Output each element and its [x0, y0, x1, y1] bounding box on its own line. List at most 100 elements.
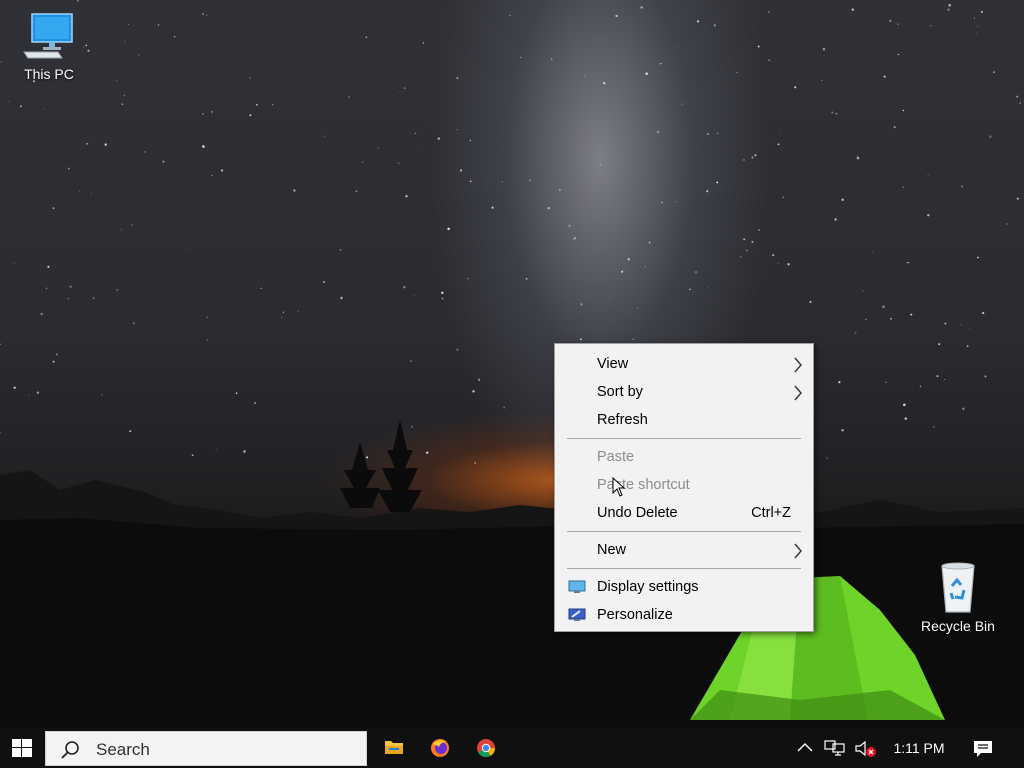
menu-item-label: Paste: [597, 449, 635, 465]
chevron-right-icon: [794, 385, 802, 401]
star: [478, 378, 481, 381]
star: [778, 128, 780, 130]
star: [0, 61, 3, 63]
star: [736, 72, 738, 74]
star: [716, 181, 719, 184]
star: [13, 386, 16, 390]
windows-logo-icon: [12, 739, 32, 757]
star: [413, 294, 415, 296]
star: [501, 181, 503, 183]
star: [584, 75, 586, 77]
search-placeholder: Search: [96, 740, 150, 759]
star: [403, 286, 406, 289]
star: [362, 161, 364, 163]
star: [768, 11, 770, 13]
tray-show-hidden-icons[interactable]: [793, 728, 817, 768]
star: [969, 328, 971, 330]
star: [377, 147, 380, 149]
taskbar-search-box[interactable]: Search: [45, 731, 367, 766]
star: [947, 8, 950, 11]
menu-item-display-settings[interactable]: Display settings: [555, 573, 813, 601]
star: [856, 155, 858, 157]
menu-item-label: Personalize: [597, 607, 673, 623]
star: [282, 311, 284, 313]
star: [1016, 95, 1019, 98]
star: [20, 105, 22, 108]
star: [456, 77, 459, 80]
star: [206, 339, 209, 341]
star: [189, 248, 191, 250]
start-button[interactable]: [0, 728, 44, 768]
star: [202, 112, 204, 115]
star: [674, 201, 676, 203]
star: [116, 79, 118, 82]
tray-network[interactable]: [822, 728, 846, 768]
star: [907, 261, 910, 264]
taskbar-chrome[interactable]: [464, 728, 508, 768]
taskbar-firefox[interactable]: [418, 728, 462, 768]
star: [961, 185, 964, 188]
star: [441, 291, 444, 295]
star: [883, 75, 886, 78]
star: [919, 385, 922, 388]
star: [910, 313, 913, 316]
star: [90, 193, 92, 195]
star: [405, 195, 408, 198]
star: [834, 218, 837, 221]
star: [322, 281, 325, 284]
menu-item-label: Sort by: [597, 384, 643, 400]
star: [550, 58, 553, 61]
recycle-bin-icon: [941, 562, 975, 613]
taskbar-file-explorer[interactable]: [372, 728, 416, 768]
star: [40, 312, 43, 316]
menu-separator: [567, 568, 801, 569]
menu-item-undo-delete[interactable]: Undo Delete Ctrl+Z: [555, 499, 813, 527]
menu-item-refresh[interactable]: Refresh: [555, 406, 813, 434]
taskbar-clock[interactable]: 1:11 PM: [884, 740, 954, 756]
star: [973, 17, 975, 19]
this-pc-shortcut[interactable]: This PC: [6, 12, 92, 82]
star: [472, 390, 475, 393]
menu-item-label: New: [597, 542, 627, 558]
action-center-button[interactable]: [970, 728, 998, 768]
star: [661, 201, 664, 204]
star: [632, 338, 634, 340]
star: [529, 179, 531, 182]
star: [397, 162, 400, 164]
menu-item-personalize[interactable]: Personalize: [555, 601, 813, 629]
menu-item-label: Refresh: [597, 412, 648, 428]
star: [854, 331, 857, 334]
menu-separator: [567, 438, 801, 439]
star: [249, 77, 251, 79]
menu-item-new[interactable]: New: [555, 536, 813, 564]
desktop[interactable]: This PC Recycle Bin View Sort by Refresh…: [0, 0, 1024, 728]
star: [751, 156, 754, 159]
star: [520, 56, 522, 58]
recycle-bin-label: Recycle Bin: [921, 618, 995, 634]
chevron-up-icon: [797, 743, 813, 752]
chrome-icon: [477, 739, 495, 758]
star: [984, 375, 987, 378]
tray-volume[interactable]: [852, 728, 876, 768]
star: [47, 265, 50, 268]
star: [124, 41, 126, 43]
menu-item-sort-by[interactable]: Sort by: [555, 378, 813, 406]
star: [255, 103, 258, 106]
star: [456, 348, 459, 351]
star: [821, 80, 823, 81]
star: [890, 317, 892, 320]
recycle-bin-shortcut[interactable]: Recycle Bin: [915, 560, 1001, 634]
star: [938, 343, 941, 346]
star: [882, 305, 885, 309]
star: [754, 154, 757, 157]
menu-item-view[interactable]: View: [555, 350, 813, 378]
star: [906, 262, 908, 264]
star: [977, 26, 979, 27]
star: [509, 14, 511, 16]
star: [862, 290, 864, 292]
star: [132, 322, 136, 325]
star: [885, 381, 887, 383]
star: [993, 71, 995, 73]
star: [977, 256, 979, 259]
star: [79, 190, 81, 192]
